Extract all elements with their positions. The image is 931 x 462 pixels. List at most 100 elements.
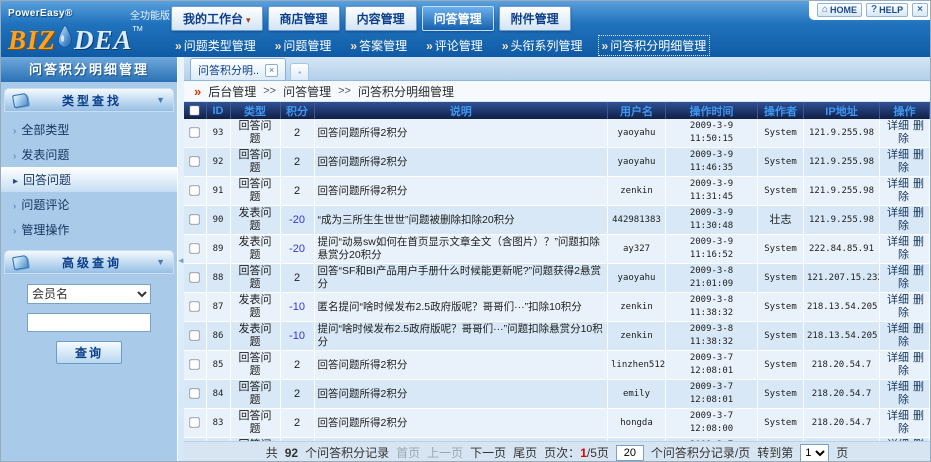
- detail-link[interactable]: 详细: [887, 410, 909, 422]
- detail-link[interactable]: 详细: [887, 352, 909, 364]
- cell-description: 回答问题所得2积分: [314, 148, 608, 177]
- tab-close-icon[interactable]: ×: [265, 64, 278, 77]
- row-select-cell: [184, 380, 206, 409]
- type-panel-header[interactable]: 类型查找 ▼: [4, 88, 174, 112]
- detail-link[interactable]: 详细: [887, 207, 909, 219]
- row-checkbox[interactable]: [190, 331, 200, 341]
- prev-page-link[interactable]: 上一页: [427, 444, 463, 461]
- sub-nav-item-1[interactable]: »问题类型管理: [171, 35, 260, 56]
- query-panel-header[interactable]: 高级查询 ▼: [4, 250, 174, 274]
- sub-nav-item-5[interactable]: »头衔系列管理: [498, 35, 587, 56]
- arrow-bullet-icon: ›: [13, 126, 16, 137]
- breadcrumb-item-2[interactable]: 问答管理: [283, 83, 331, 100]
- breadcrumb-item-3[interactable]: 问答积分明细管理: [358, 83, 454, 100]
- detail-link[interactable]: 详细: [887, 120, 909, 132]
- sub-nav-item-6[interactable]: »问答积分明细管理: [598, 35, 711, 56]
- home-icon: ⌂: [822, 5, 828, 15]
- column-header-9: 操作: [880, 102, 930, 119]
- folder-icon: [12, 254, 29, 269]
- logo-text-dea: DEA: [74, 25, 133, 56]
- sub-nav-item-2[interactable]: »问题管理: [271, 35, 336, 56]
- cell-username: hongda: [608, 409, 666, 438]
- cell-time: 2009-3-7 12:08:01: [666, 380, 758, 409]
- row-checkbox[interactable]: [190, 418, 200, 428]
- collapse-arrow-icon[interactable]: ▼: [156, 95, 165, 105]
- brand-logo: PowerEasy® 全功能版 BIZ DEA TM: [8, 3, 176, 55]
- sidebar-collapse-handle[interactable]: ◄: [177, 57, 184, 462]
- nav-tab-4[interactable]: 问答管理: [422, 6, 494, 31]
- cell-description: 回答“SF和BI产品用户手册什么时候能更新呢?”问题获得2悬赏分: [314, 264, 608, 293]
- last-page-link[interactable]: 尾页: [513, 444, 537, 461]
- cell-ip: 121.9.255.98: [804, 206, 880, 235]
- cell-description: 提问“啥时候发布2.5政府版呢？哥哥们···”问题扣除悬赏分10积分: [314, 322, 608, 351]
- detail-link[interactable]: 详细: [887, 323, 909, 335]
- member-name-input[interactable]: [27, 313, 151, 332]
- row-checkbox[interactable]: [190, 389, 200, 399]
- table-header-row: ID类型积分说明用户名操作时间操作者IP地址操作: [184, 102, 930, 119]
- detail-link[interactable]: 详细: [887, 149, 909, 161]
- table-body: 93回答问题2回答问题所得2积分yaoyahu2009-3-9 11:50:15…: [184, 119, 930, 441]
- cell-id: 89: [206, 235, 230, 264]
- sidebar-item-3[interactable]: ▸回答问题: [1, 167, 177, 192]
- cell-operator: System: [758, 322, 804, 351]
- select-all-checkbox[interactable]: [190, 105, 200, 115]
- row-checkbox[interactable]: [190, 302, 200, 312]
- page-size-input[interactable]: [616, 445, 644, 461]
- detail-link[interactable]: 详细: [887, 178, 909, 190]
- row-checkbox[interactable]: [190, 244, 200, 254]
- first-page-link[interactable]: 首页: [396, 444, 420, 461]
- collapse-arrow-icon[interactable]: ▼: [156, 257, 165, 267]
- cell-ip: 218.20.54.7: [804, 409, 880, 438]
- member-field-select[interactable]: 会员名: [27, 284, 151, 304]
- row-checkbox[interactable]: [190, 128, 200, 138]
- sub-nav-item-4[interactable]: »评论管理: [422, 35, 487, 56]
- exit-button[interactable]: ×: [912, 3, 928, 17]
- nav-tab-1[interactable]: 我的工作台▾: [171, 6, 263, 31]
- cell-id: 90: [206, 206, 230, 235]
- search-button[interactable]: 查询: [56, 341, 122, 364]
- nav-tab-5[interactable]: 附件管理: [499, 6, 571, 31]
- cell-type: 回答问题: [230, 264, 280, 293]
- nav-tab-3[interactable]: 内容管理: [345, 6, 417, 31]
- sidebar-item-4[interactable]: ›问题评论: [1, 192, 177, 217]
- folder-icon: [12, 92, 29, 107]
- breadcrumb-item-1[interactable]: 后台管理: [208, 83, 256, 100]
- row-checkbox[interactable]: [190, 273, 200, 283]
- nav-tab-2[interactable]: 商店管理: [268, 6, 340, 31]
- sidebar-item-label: 全部类型: [21, 123, 69, 137]
- cell-description: 回答问题所得2积分: [314, 351, 608, 380]
- tab-points-detail[interactable]: 问答积分明.. ×: [190, 58, 286, 80]
- goto-page-select[interactable]: 1: [800, 444, 829, 462]
- sidebar-item-2[interactable]: ›发表问题: [1, 142, 177, 167]
- sidebar-item-5[interactable]: ›管理操作: [1, 217, 177, 242]
- row-checkbox[interactable]: [190, 186, 200, 196]
- cell-ip: 218.13.54.205: [804, 293, 880, 322]
- chevron-icon: »: [350, 39, 357, 53]
- chevron-icon: »: [602, 39, 609, 53]
- next-page-link[interactable]: 下一页: [470, 444, 506, 461]
- row-checkbox[interactable]: [190, 157, 200, 167]
- cell-type: 回答问题: [230, 177, 280, 206]
- sidebar-item-label: 管理操作: [21, 223, 69, 237]
- sidebar-item-1[interactable]: › 全部类型: [1, 117, 177, 142]
- detail-link[interactable]: 详细: [887, 381, 909, 393]
- row-checkbox[interactable]: [190, 215, 200, 225]
- cell-type: 发表问题: [230, 322, 280, 351]
- chevron-icon: »: [426, 39, 433, 53]
- cell-username: zenkin: [608, 177, 666, 206]
- detail-link[interactable]: 详细: [887, 294, 909, 306]
- tab-label: 问答积分明..: [198, 62, 259, 78]
- cell-id: 86: [206, 322, 230, 351]
- sub-nav-label: 头衔系列管理: [511, 39, 583, 53]
- cell-actions: 详细删除: [880, 409, 930, 438]
- sub-nav-item-3[interactable]: »答案管理: [346, 35, 411, 56]
- home-button[interactable]: ⌂ HOME: [817, 3, 862, 17]
- detail-link[interactable]: 详细: [887, 236, 909, 248]
- row-checkbox[interactable]: [190, 360, 200, 370]
- cell-description: 匿名提问“啥时候发布2.5政府版呢？哥哥们···”扣除10积分: [314, 293, 608, 322]
- new-tab-stub[interactable]: ▪: [290, 63, 309, 80]
- arrow-bullet-icon: ›: [13, 151, 16, 162]
- help-button[interactable]: ? HELP: [866, 3, 908, 17]
- detail-link[interactable]: 详细: [887, 265, 909, 277]
- row-select-cell: [184, 264, 206, 293]
